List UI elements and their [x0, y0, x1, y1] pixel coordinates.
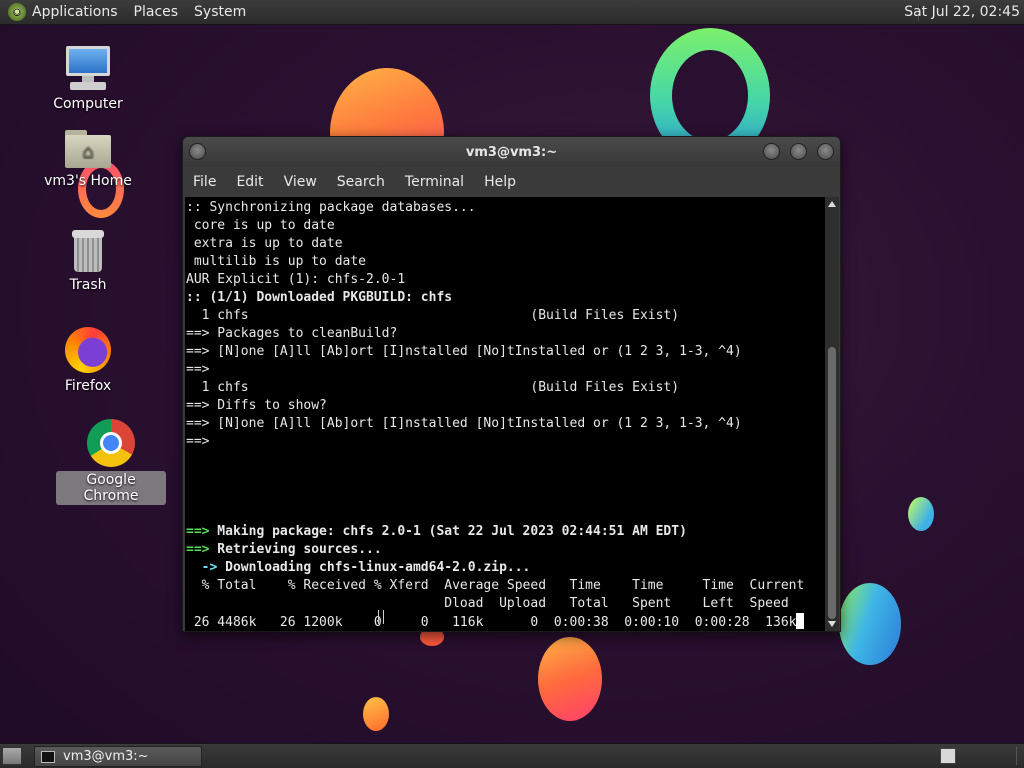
desktop-icon-trash[interactable]: Trash [33, 230, 143, 294]
taskbar-item-terminal[interactable]: vm3@vm3:~ [34, 746, 202, 767]
terminal-line: core is up to date [186, 218, 335, 233]
terminal-line: ==> [N]one [A]ll [Ab]ort [I]nstalled [No… [186, 344, 742, 359]
terminal-line: extra is up to date [186, 236, 343, 251]
menu-search[interactable]: Search [337, 174, 385, 190]
desktop-icon-firefox[interactable]: Firefox [33, 327, 143, 395]
chrome-icon [87, 419, 135, 467]
top-panel: ◉ Applications Places System Sat Jul 22,… [0, 0, 1024, 25]
desktop-icon-label: vm3's Home [44, 173, 132, 189]
terminal-line: :: (1/1) Downloaded PKGBUILD: chfs [186, 290, 453, 305]
taskbar-item-label: vm3@vm3:~ [63, 749, 149, 764]
terminal-output[interactable]: :: Synchronizing package databases... co… [185, 197, 826, 631]
window-menu-button[interactable] [189, 143, 206, 160]
maximize-button[interactable] [790, 143, 807, 160]
desktop-icon-home[interactable]: ⌂ vm3's Home [33, 130, 143, 190]
terminal-line: ==> [N]one [A]ll [Ab]ort [I]nstalled [No… [186, 416, 742, 431]
places-menu[interactable]: Places [134, 4, 179, 20]
distro-logo-icon[interactable]: ◉ [8, 3, 26, 21]
panel-handle [1016, 747, 1020, 765]
terminal-line: multilib is up to date [186, 254, 367, 269]
scrollbar-thumb[interactable] [828, 347, 836, 619]
menu-help[interactable]: Help [484, 174, 516, 190]
window-titlebar[interactable]: vm3@vm3:~ [183, 137, 840, 167]
terminal-line: ==> [186, 362, 210, 377]
wallpaper-bubble [908, 497, 934, 531]
minimize-button[interactable] [763, 143, 780, 160]
terminal-line: Dload Upload Total Spent Left Speed [186, 596, 789, 611]
menu-terminal[interactable]: Terminal [405, 174, 464, 190]
scroll-down-arrow-icon[interactable] [828, 621, 836, 627]
bottom-panel: vm3@vm3:~ [0, 743, 1024, 768]
terminal-line: :: Synchronizing package databases... [186, 200, 476, 215]
wallpaper-bubble [363, 697, 389, 731]
desktop-icon-label: Trash [69, 277, 107, 293]
computer-icon [64, 46, 112, 92]
desktop-icon-chrome[interactable]: Google Chrome [56, 419, 166, 505]
wallpaper-bubble [538, 637, 602, 721]
system-menu[interactable]: System [194, 4, 246, 20]
terminal-cursor [796, 613, 805, 629]
firefox-icon [65, 327, 111, 373]
terminal-line: % Total % Received % Xferd Average Speed… [186, 578, 805, 593]
close-button[interactable] [817, 143, 834, 160]
mouse-ibeam-cursor-icon [378, 610, 384, 624]
terminal-line: 1 chfs (Build Files Exist) [186, 308, 680, 323]
show-desktop-button[interactable] [2, 747, 22, 765]
home-folder-icon: ⌂ [65, 130, 111, 168]
desktop-icon-computer[interactable]: Computer [33, 46, 143, 113]
window-title: vm3@vm3:~ [465, 144, 558, 160]
applications-menu[interactable]: Applications [32, 4, 118, 20]
workspace-switcher[interactable] [940, 748, 956, 764]
terminal-line: 26 4486k 26 1200k 0 0 116k 0 0:00:38 0:0… [186, 615, 797, 630]
terminal-scrollbar[interactable] [825, 197, 839, 631]
terminal-line: ==> Diffs to show? [186, 398, 327, 413]
desktop-icon-label: Computer [53, 96, 123, 112]
scroll-up-arrow-icon[interactable] [828, 201, 836, 207]
desktop-icon-label: Firefox [64, 378, 112, 394]
desktop-icon-label: Google Chrome [56, 471, 166, 505]
menu-view[interactable]: View [284, 174, 317, 190]
terminal-line: ==> Retrieving sources... [186, 542, 382, 557]
terminal-line: -> Downloading chfs-linux-amd64-2.0.zip.… [201, 560, 531, 575]
trash-icon [70, 230, 106, 272]
panel-clock[interactable]: Sat Jul 22, 02:45 [904, 4, 1020, 20]
terminal-icon [41, 750, 55, 763]
terminal-line: ==> Packages to cleanBuild? [186, 326, 398, 341]
terminal-line: 1 chfs (Build Files Exist) [186, 380, 680, 395]
menu-file[interactable]: File [193, 174, 216, 190]
menu-edit[interactable]: Edit [236, 174, 263, 190]
terminal-window: vm3@vm3:~ File Edit View Search Terminal… [182, 136, 841, 632]
terminal-menubar: File Edit View Search Terminal Help [183, 167, 840, 197]
terminal-line: AUR Explicit (1): chfs-2.0-1 [186, 272, 406, 287]
terminal-line: ==> Making package: chfs 2.0-1 (Sat 22 J… [186, 524, 687, 539]
terminal-line: ==> [186, 434, 210, 449]
wallpaper-bubble [839, 583, 901, 665]
